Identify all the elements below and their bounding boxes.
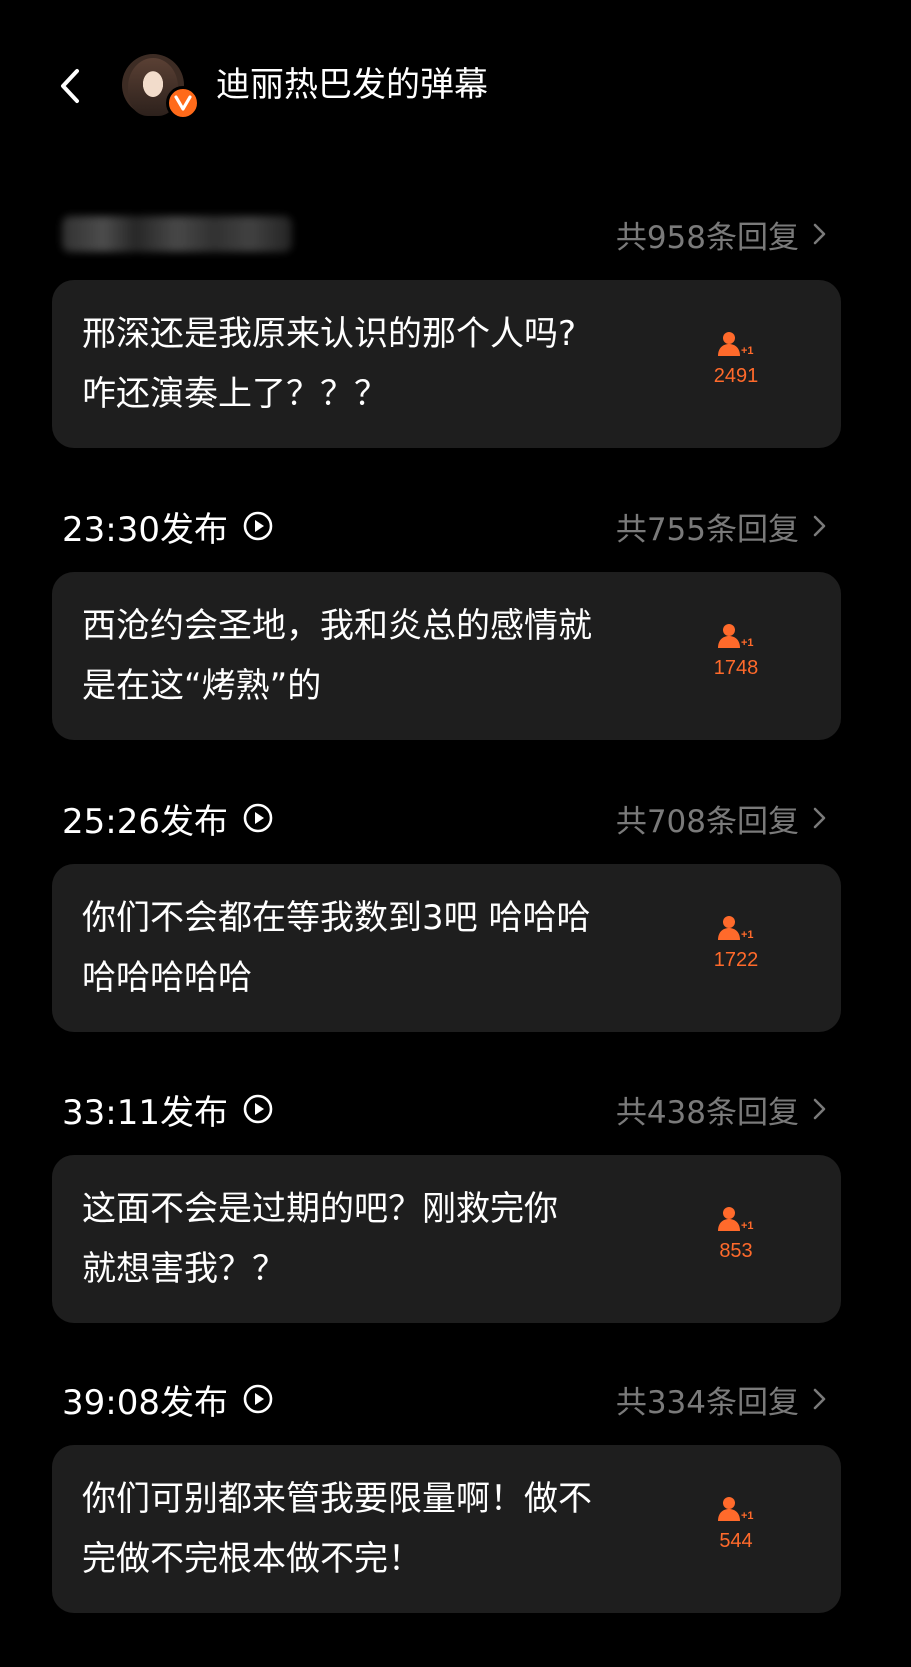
publish-time-link[interactable]: 33:11发布 xyxy=(62,1083,274,1135)
person-plus-one-icon: +1 xyxy=(718,1207,754,1232)
publish-time: 39:08发布 xyxy=(62,1382,228,1423)
avatar[interactable] xyxy=(122,54,200,120)
reply-count-link[interactable]: 共708条回复 xyxy=(616,792,829,844)
play-circle-icon xyxy=(243,511,273,541)
danmaku-text: 你们不会都在等我数到3吧 哈哈哈 哈哈哈哈哈 xyxy=(82,898,591,998)
play-circle-icon xyxy=(243,1384,273,1414)
person-plus-one-icon: +1 xyxy=(718,624,754,649)
like-count: 544 xyxy=(719,1530,753,1552)
chevron-right-icon xyxy=(813,807,826,829)
reply-count-link[interactable]: 共958条回复 xyxy=(616,208,829,260)
danmaku-text: 邢深还是我原来认识的那个人吗? 咋还演奏上了？？？ xyxy=(82,314,577,414)
reply-count: 共755条回复 xyxy=(615,511,799,548)
danmaku-card[interactable]: 邢深还是我原来认识的那个人吗? 咋还演奏上了？？？ +1 2491 xyxy=(52,280,841,448)
reply-count-link[interactable]: 共334条回复 xyxy=(616,1373,829,1425)
like-button[interactable]: +1 2491 xyxy=(688,330,784,388)
chevron-right-icon xyxy=(813,1098,826,1120)
v-badge-icon xyxy=(174,95,192,111)
danmaku-text: 你们可别都来管我要限量啊！做不 完做不完根本做不完！ xyxy=(82,1479,592,1579)
play-circle-icon xyxy=(243,1094,273,1124)
danmaku-card[interactable]: 你们可别都来管我要限量啊！做不 完做不完根本做不完！ +1 544 xyxy=(52,1445,841,1613)
comment-meta-row: 39:08发布 共334条回复 xyxy=(0,1373,911,1425)
reply-count: 共708条回复 xyxy=(615,803,799,840)
danmaku-card[interactable]: 你们不会都在等我数到3吧 哈哈哈 哈哈哈哈哈 +1 1722 xyxy=(52,864,841,1032)
person-plus-one-icon: +1 xyxy=(718,332,754,357)
publish-time-link[interactable]: 25:26发布 xyxy=(62,792,274,844)
top-bar: 迪丽热巴发的弹幕 xyxy=(0,0,911,170)
verified-badge xyxy=(166,86,200,120)
publish-time: 25:26发布 xyxy=(62,801,228,842)
danmaku-card[interactable]: 西沧约会圣地，我和炎总的感情就 是在这“烤熟”的 +1 1748 xyxy=(52,572,841,740)
comment-meta-row: 25:26发布 共708条回复 xyxy=(0,792,911,844)
blurred-timestamp xyxy=(62,216,292,252)
publish-time-link[interactable]: 23:30发布 xyxy=(62,500,274,552)
like-count: 853 xyxy=(719,1240,753,1262)
danmaku-card[interactable]: 这面不会是过期的吧？刚救完你 就想害我？？ +1 853 xyxy=(52,1155,841,1323)
comment-meta-row: 共958条回复 xyxy=(0,208,911,260)
play-circle-icon xyxy=(243,803,273,833)
chevron-right-icon xyxy=(813,515,826,537)
svg-text:+1: +1 xyxy=(741,1220,754,1232)
publish-time: 33:11发布 xyxy=(62,1092,228,1133)
svg-text:+1: +1 xyxy=(741,929,754,941)
publish-time: 23:30发布 xyxy=(62,509,228,550)
like-button[interactable]: +1 853 xyxy=(688,1205,784,1263)
chevron-right-icon xyxy=(813,1388,826,1410)
chevron-left-icon xyxy=(61,69,79,103)
comment-meta-row: 33:11发布 共438条回复 xyxy=(0,1083,911,1135)
like-count: 1722 xyxy=(713,949,759,971)
reply-count: 共438条回复 xyxy=(615,1094,799,1131)
reply-count: 共958条回复 xyxy=(615,219,799,256)
svg-text:+1: +1 xyxy=(741,345,754,357)
person-plus-one-icon: +1 xyxy=(718,1497,754,1522)
like-count: 1748 xyxy=(713,657,759,679)
chevron-right-icon xyxy=(813,223,826,245)
danmaku-text: 这面不会是过期的吧？刚救完你 就想害我？？ xyxy=(82,1189,558,1289)
person-plus-one-icon: +1 xyxy=(718,916,754,941)
like-button[interactable]: +1 1748 xyxy=(688,622,784,680)
like-button[interactable]: +1 1722 xyxy=(688,914,784,972)
like-count: 2491 xyxy=(713,365,759,387)
comment-meta-row: 23:30发布 共755条回复 xyxy=(0,500,911,552)
reply-count-link[interactable]: 共438条回复 xyxy=(616,1083,829,1135)
reply-count: 共334条回复 xyxy=(615,1384,799,1421)
danmaku-text: 西沧约会圣地，我和炎总的感情就 是在这“烤熟”的 xyxy=(82,606,592,706)
svg-text:+1: +1 xyxy=(741,637,754,649)
reply-count-link[interactable]: 共755条回复 xyxy=(616,500,829,552)
back-button[interactable] xyxy=(50,62,90,110)
publish-time-link[interactable]: 39:08发布 xyxy=(62,1373,274,1425)
page-title: 迪丽热巴发的弹幕 xyxy=(216,65,488,105)
svg-text:+1: +1 xyxy=(741,1510,754,1522)
like-button[interactable]: +1 544 xyxy=(688,1495,784,1553)
